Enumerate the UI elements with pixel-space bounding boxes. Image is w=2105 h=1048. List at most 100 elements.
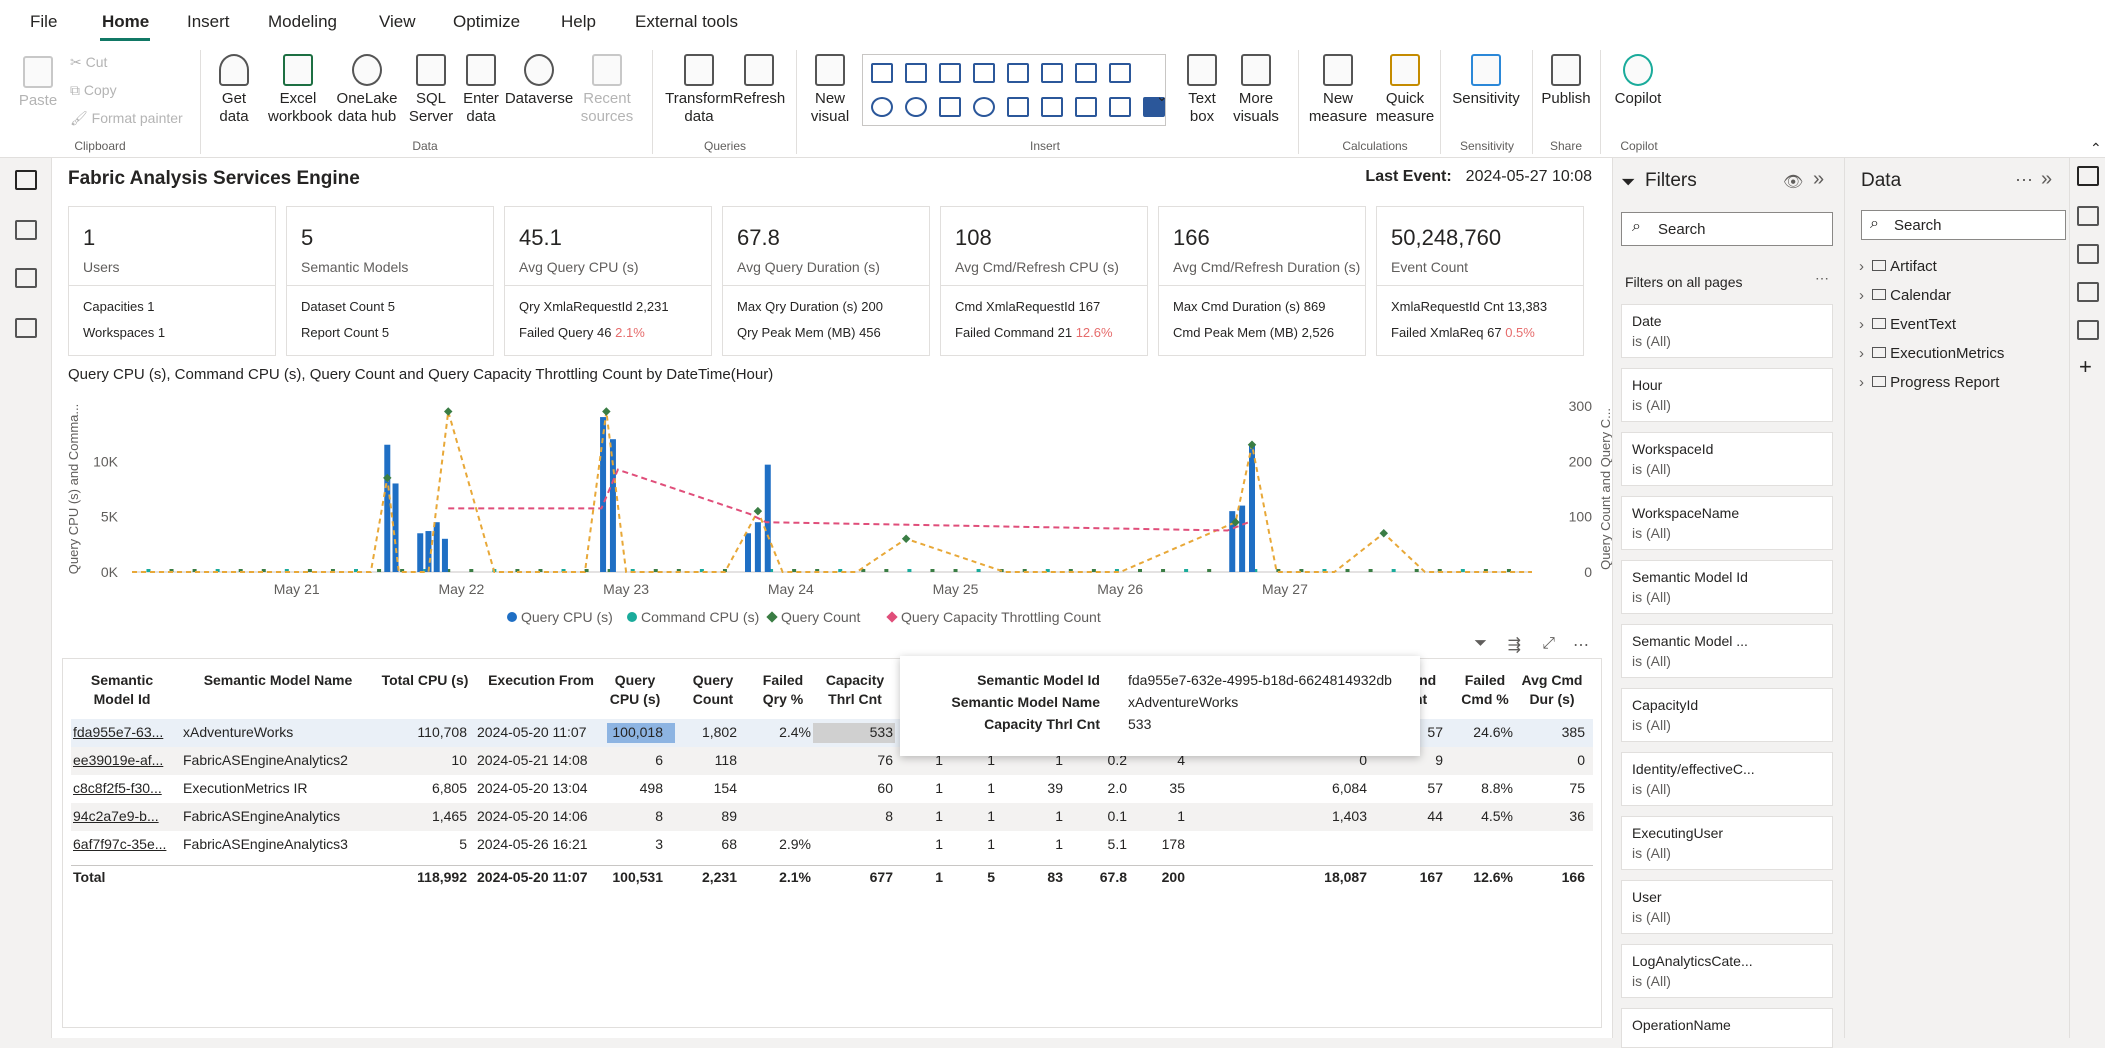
excel-workbook-button[interactable]: Excel workbook <box>268 54 332 126</box>
data-table-item[interactable]: › ExecutionMetrics <box>1859 345 2004 362</box>
table-cell[interactable]: 94c2a7e9-b... <box>73 808 173 824</box>
filter-card[interactable]: WorkspaceName is (All) <box>1621 496 1833 550</box>
clustered-column-icon[interactable] <box>973 63 995 83</box>
filter-card[interactable]: Semantic Model Id is (All) <box>1621 560 1833 614</box>
col-query-count[interactable]: Query Count <box>683 671 743 709</box>
line-chart-icon[interactable] <box>1041 63 1063 83</box>
filter-card[interactable]: LogAnalyticsCate... is (All) <box>1621 944 1833 998</box>
bookmark-icon[interactable] <box>2077 282 2099 302</box>
filter-card[interactable]: OperationName <box>1621 1008 1833 1048</box>
collapse-pane-icon[interactable]: » <box>2041 168 2052 191</box>
data-table-item[interactable]: › Calendar <box>1859 287 1951 304</box>
table-cell[interactable]: fda955e7-63... <box>73 724 173 740</box>
sql-server-button[interactable]: SQL Server <box>404 54 458 126</box>
stacked-bar-icon[interactable] <box>871 63 893 83</box>
card-icon[interactable] <box>1041 97 1063 117</box>
sensitivity-button[interactable]: Sensitivity <box>1446 54 1526 108</box>
dataverse-button[interactable]: Dataverse <box>504 54 574 108</box>
table-cell[interactable]: c8c8f2f5-f30... <box>73 780 173 796</box>
cut-button[interactable]: ✂ Cut <box>70 54 107 71</box>
recent-sources-button[interactable]: Recent sources <box>574 54 640 126</box>
chevron-right-icon[interactable]: › <box>1859 258 1864 275</box>
chevron-right-icon[interactable]: › <box>1859 345 1864 362</box>
chevron-right-icon[interactable]: › <box>1859 316 1864 333</box>
new-visual-button[interactable]: New visual <box>806 54 854 126</box>
enter-data-button[interactable]: Enter data <box>456 54 506 126</box>
clustered-bar-icon[interactable] <box>939 63 961 83</box>
onelake-button[interactable]: OneLake data hub <box>334 54 400 126</box>
pie-chart-icon[interactable] <box>871 97 893 117</box>
more-visuals-button[interactable]: More visuals <box>1226 54 1286 126</box>
chevron-right-icon[interactable]: › <box>1859 374 1864 391</box>
chevron-right-icon[interactable]: › <box>1859 287 1864 304</box>
col-query-cpu[interactable]: Query CPU (s) <box>603 671 667 709</box>
filter-card[interactable]: User is (All) <box>1621 880 1833 934</box>
refresh-button[interactable]: Refresh <box>732 54 786 108</box>
dax-query-view-icon[interactable] <box>15 318 37 338</box>
copy-button[interactable]: ⧉ Copy <box>70 82 117 99</box>
menu-help[interactable]: Help <box>561 12 596 32</box>
filter-card[interactable]: Semantic Model ... is (All) <box>1621 624 1833 678</box>
filter-card[interactable]: ExecutingUser is (All) <box>1621 816 1833 870</box>
filters-search-input[interactable]: ⌕ Search <box>1621 212 1833 246</box>
menu-external-tools[interactable]: External tools <box>635 12 738 32</box>
kpi-card-event-count[interactable]: 50,248,760 Event Count XmlaRequestId Cnt… <box>1376 206 1584 356</box>
col-avg-cmd-dur[interactable]: Avg Cmd Dur (s) <box>1517 671 1587 709</box>
col-failed-qry[interactable]: Failed Qry % <box>753 671 813 709</box>
treemap-icon[interactable] <box>939 97 961 117</box>
text-box-button[interactable]: Text box <box>1180 54 1224 126</box>
filter-icon[interactable]: ⏷ <box>1474 635 1487 653</box>
new-measure-button[interactable]: New measure <box>1306 54 1370 126</box>
table-cell[interactable]: ee39019e-af... <box>73 752 173 768</box>
add-icon[interactable]: + <box>2079 354 2092 380</box>
donut-chart-icon[interactable] <box>905 97 927 117</box>
filter-card[interactable]: Identity/effectiveC... is (All) <box>1621 752 1833 806</box>
data-search-input[interactable]: ⌕ Search <box>1861 210 2066 240</box>
collapse-ribbon-icon[interactable]: ⌃ <box>2090 140 2102 157</box>
menu-modeling[interactable]: Modeling <box>268 12 337 32</box>
focus-mode-icon[interactable]: ⤢ <box>1542 635 1555 653</box>
stacked-column-icon[interactable] <box>905 63 927 83</box>
copilot-button[interactable]: Copilot <box>1608 54 1668 108</box>
table-cell[interactable]: 6af7f97c-35e... <box>73 836 173 852</box>
more-options-icon[interactable]: ⋯ <box>1573 635 1589 655</box>
kpi-card-avg-query-cpu[interactable]: 45.1 Avg Query CPU (s) Qry XmlaRequestId… <box>504 206 712 356</box>
kpi-card-avg-query-duration[interactable]: 67.8 Avg Query Duration (s) Max Qry Dura… <box>722 206 930 356</box>
more-options-icon[interactable]: ⋯ <box>2015 170 2033 191</box>
table-view-icon[interactable] <box>15 220 37 240</box>
filter-card[interactable]: WorkspaceId is (All) <box>1621 432 1833 486</box>
col-semantic-model-name[interactable]: Semantic Model Name <box>193 671 363 690</box>
filter-card[interactable]: Hour is (All) <box>1621 368 1833 422</box>
filter-card[interactable]: Date is (All) <box>1621 304 1833 358</box>
quick-measure-button[interactable]: Quick measure <box>1372 54 1438 126</box>
col-execution-from[interactable]: Execution From <box>483 671 599 690</box>
multi-row-card-icon[interactable] <box>1075 97 1097 117</box>
kpi-card-users[interactable]: 1 Users Capacities 1 Workspaces 1 <box>68 206 276 356</box>
eye-icon[interactable]: 👁 <box>1783 172 1803 192</box>
ribbon-chart-icon[interactable] <box>1007 63 1029 83</box>
col-semantic-model-id[interactable]: Semantic Model Id <box>77 671 167 709</box>
kpi-card-avg-cmd-duration[interactable]: 166 Avg Cmd/Refresh Duration (s) Max Cmd… <box>1158 206 1366 356</box>
kpi-card-avg-cmd-cpu[interactable]: 108 Avg Cmd/Refresh CPU (s) Cmd XmlaRequ… <box>940 206 1148 356</box>
col-failed-cmd[interactable]: Failed Cmd % <box>1455 671 1515 709</box>
filter-card[interactable]: CapacityId is (All) <box>1621 688 1833 742</box>
gallery-expand-icon[interactable]: ⌄ <box>1156 88 1168 105</box>
paste-button[interactable]: Paste <box>14 56 62 110</box>
collapse-pane-icon[interactable]: » <box>1813 168 1824 191</box>
menu-home[interactable]: Home <box>102 12 149 32</box>
kpi-card-semantic-models[interactable]: 5 Semantic Models Dataset Count 5 Report… <box>286 206 494 356</box>
drill-icon[interactable]: ⇶ <box>1508 635 1521 655</box>
area-chart-icon[interactable] <box>1075 63 1097 83</box>
map-icon[interactable] <box>973 97 995 117</box>
data-pane-icon[interactable] <box>2077 166 2099 186</box>
selection-icon[interactable] <box>2077 320 2099 340</box>
menu-insert[interactable]: Insert <box>187 12 230 32</box>
model-view-icon[interactable] <box>15 268 37 288</box>
publish-button[interactable]: Publish <box>1538 54 1594 108</box>
format-painter-button[interactable]: 🖌 Format painter <box>70 110 183 127</box>
matrix-icon[interactable] <box>1109 97 1131 117</box>
report-view-icon[interactable] <box>15 170 37 190</box>
get-data-button[interactable]: Get data <box>208 54 260 126</box>
waterfall-icon[interactable] <box>1109 63 1131 83</box>
visualizations-gallery[interactable] <box>862 54 1166 126</box>
